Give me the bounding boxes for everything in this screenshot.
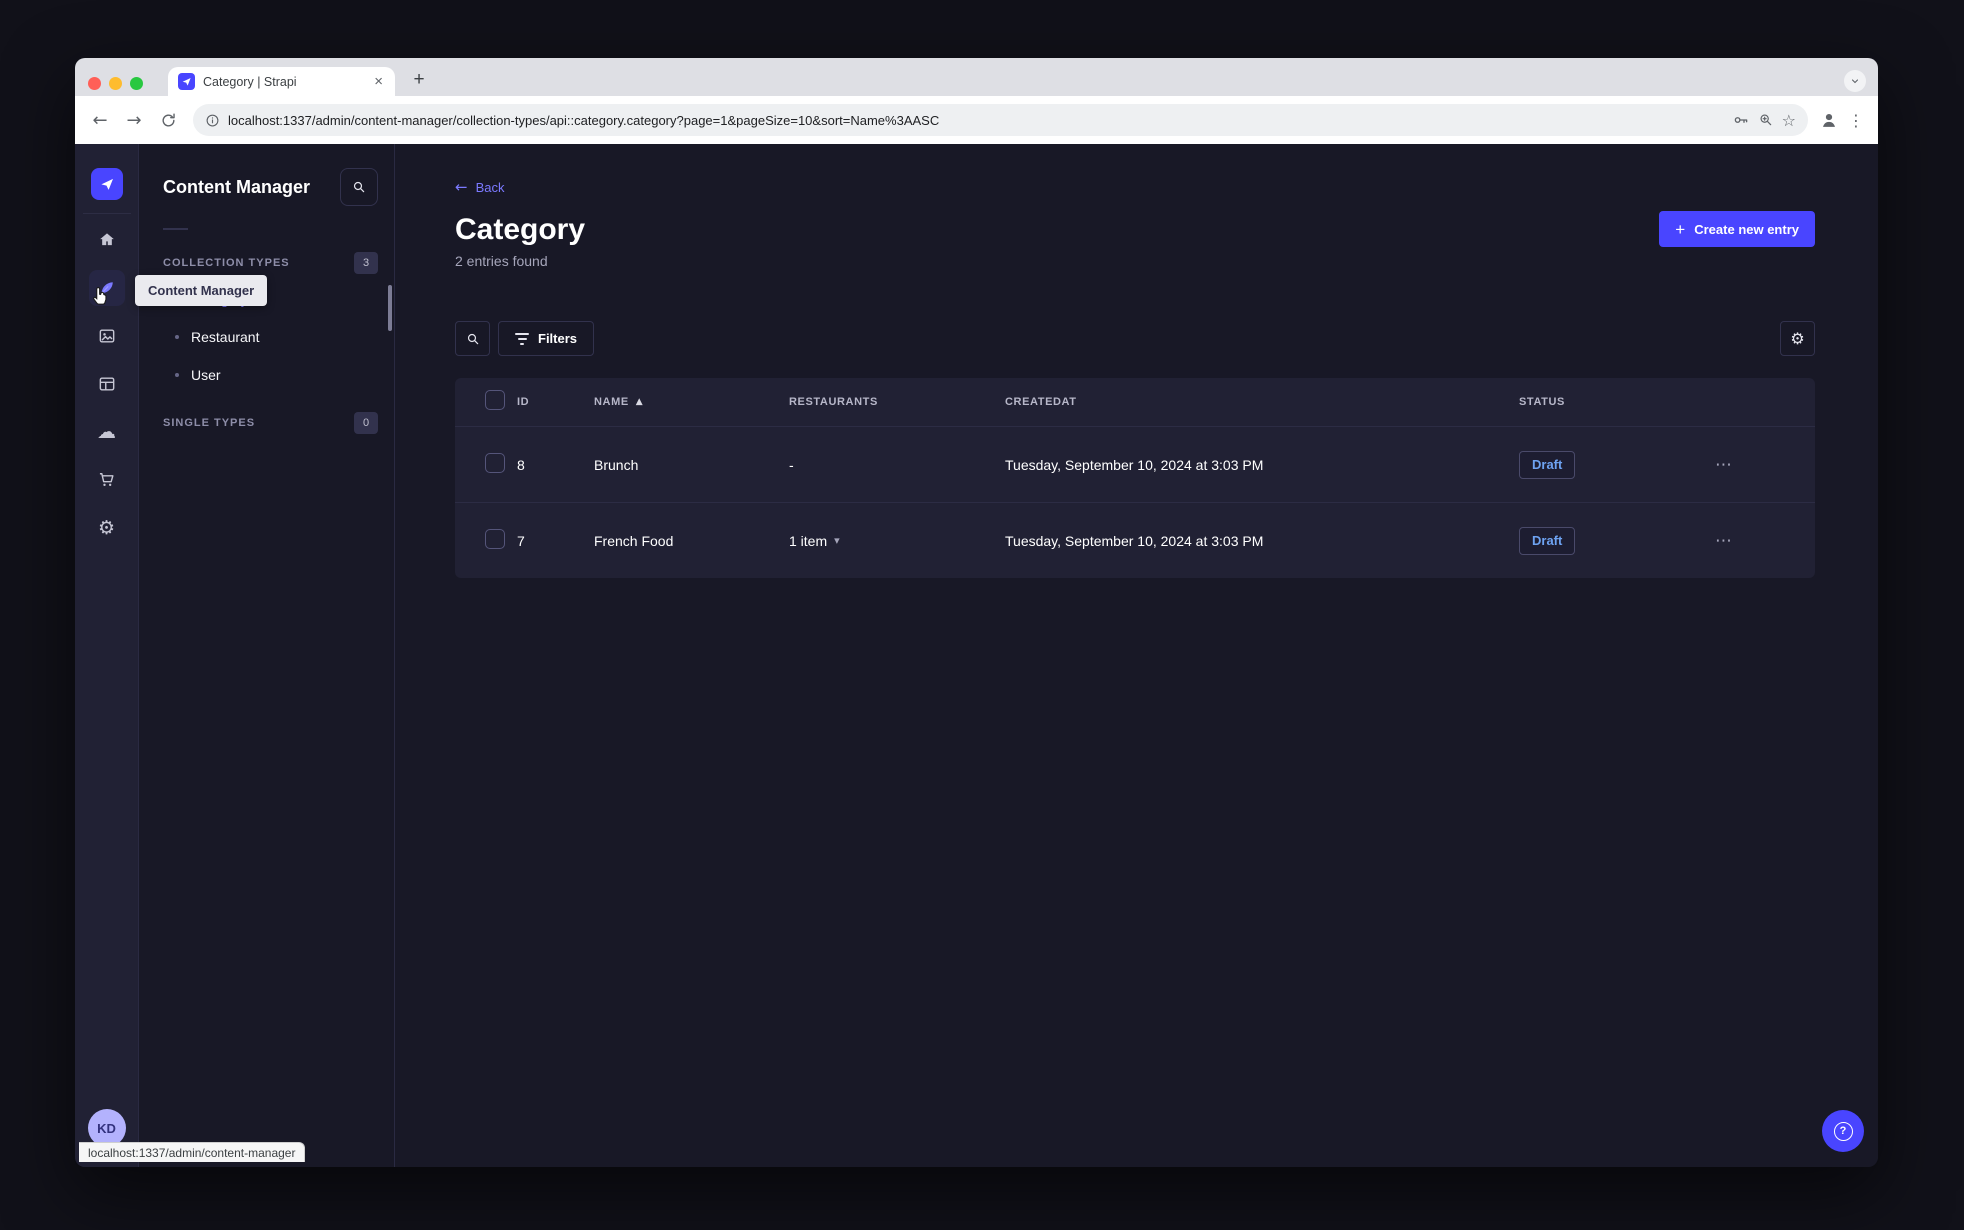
entries-table: ID NAME ▲ RESTAURANTS CREATEDAT STATUS 8… [455, 378, 1815, 578]
sidebar-item-user[interactable]: User [175, 356, 378, 394]
home-icon[interactable] [89, 222, 125, 258]
page-title: Category [455, 213, 586, 246]
forward-icon[interactable]: → [119, 105, 149, 135]
new-tab-button[interactable]: + [405, 66, 433, 94]
cell-id: 7 [517, 532, 525, 549]
url-text[interactable]: localhost:1337/admin/content-manager/col… [228, 113, 1724, 128]
subnav-title: Content Manager [163, 176, 311, 197]
help-button[interactable]: ? [1822, 1110, 1864, 1152]
url-bar[interactable]: localhost:1337/admin/content-manager/col… [193, 104, 1808, 136]
strapi-favicon [178, 73, 195, 90]
tab-close-icon[interactable]: × [372, 74, 385, 89]
table-settings-button[interactable]: ⚙ [1780, 321, 1815, 356]
cell-restaurants-value: 1 item [789, 532, 828, 549]
rail-divider [82, 213, 131, 214]
sidebar-item-label: User [191, 367, 221, 383]
cell-name: Brunch [594, 456, 639, 473]
bullet-icon [175, 373, 179, 377]
tab-title: Category | Strapi [203, 74, 297, 89]
minimize-window-button[interactable] [109, 77, 122, 90]
table-search-button[interactable] [455, 321, 490, 356]
browser-toolbar: ← → localhost:1337/admin/content-manager… [75, 96, 1878, 144]
page-info-icon[interactable] [205, 113, 220, 128]
profile-icon[interactable] [1818, 109, 1840, 131]
column-header-id[interactable]: ID [517, 396, 594, 408]
main-content: ← Back Category 2 entries found + Create… [395, 144, 1878, 1167]
filters-button[interactable]: Filters [498, 321, 595, 356]
sort-ascending-icon: ▲ [635, 397, 644, 407]
zoom-page-icon[interactable] [1758, 112, 1774, 128]
bullet-icon [175, 335, 179, 339]
entries-count: 2 entries found [455, 253, 548, 269]
table-row[interactable]: 7 French Food 1 item ▾ Tuesday, Septembe… [455, 502, 1815, 578]
media-library-icon[interactable] [89, 318, 125, 354]
cell-createdat: Tuesday, September 10, 2024 at 3:03 PM [1005, 456, 1264, 473]
row-checkbox[interactable] [485, 453, 505, 473]
question-icon: ? [1833, 1121, 1853, 1141]
row-checkbox[interactable] [485, 529, 505, 549]
single-types-count-badge: 0 [354, 412, 378, 434]
select-all-checkbox[interactable] [485, 389, 505, 410]
row-actions-icon[interactable]: ⋯ [1689, 531, 1732, 551]
column-header-restaurants[interactable]: RESTAURANTS [789, 396, 1005, 408]
fullscreen-window-button[interactable] [130, 77, 143, 90]
gear-icon: ⚙ [1790, 328, 1805, 348]
column-header-name[interactable]: NAME ▲ [594, 396, 643, 408]
plus-icon: + [1675, 219, 1686, 239]
status-bar-link-preview: localhost:1337/admin/content-manager [79, 1142, 306, 1162]
table-row[interactable]: 8 Brunch - Tuesday, September 10, 2024 a… [455, 426, 1815, 502]
back-link[interactable]: ← Back [455, 178, 504, 196]
close-window-button[interactable] [88, 77, 101, 90]
status-badge: Draft [1519, 450, 1576, 479]
settings-gear-icon[interactable]: ⚙ [89, 510, 125, 546]
tab-strip: Category | Strapi × + [75, 58, 1878, 96]
create-new-entry-button[interactable]: + Create new entry [1659, 211, 1815, 247]
filters-label: Filters [538, 331, 578, 346]
subnav-divider [163, 228, 188, 230]
table-header-row: ID NAME ▲ RESTAURANTS CREATEDAT STATUS [455, 378, 1815, 426]
bookmark-star-icon[interactable]: ☆ [1782, 111, 1796, 130]
back-icon[interactable]: ← [85, 105, 115, 135]
cell-createdat: Tuesday, September 10, 2024 at 3:03 PM [1005, 532, 1264, 549]
chevron-down-icon: ▾ [834, 534, 840, 547]
strapi-app: ☁ ⚙ KD Content Manager COLLECTION TYPES … [75, 144, 1878, 1167]
reload-icon[interactable] [153, 105, 183, 135]
browser-menu-icon[interactable]: ⋮ [1844, 111, 1868, 130]
collection-types-count-badge: 3 [354, 252, 378, 274]
section-label-single-types: SINGLE TYPES [163, 417, 256, 429]
sidebar-item-label: Restaurant [191, 329, 260, 345]
cell-restaurants: - [789, 456, 794, 473]
subnav-search-button[interactable] [340, 168, 378, 206]
create-button-label: Create new entry [1694, 221, 1799, 237]
cell-id: 8 [517, 456, 525, 473]
filter-icon [515, 332, 529, 345]
back-arrow-icon: ← [455, 178, 468, 196]
column-header-status[interactable]: STATUS [1519, 396, 1689, 408]
back-label: Back [475, 179, 505, 195]
sidebar-item-restaurant[interactable]: Restaurant [175, 318, 378, 356]
row-actions-icon[interactable]: ⋯ [1689, 455, 1732, 475]
marketplace-cart-icon[interactable] [89, 462, 125, 498]
status-badge: Draft [1519, 526, 1576, 555]
strapi-logo[interactable] [90, 168, 123, 200]
cell-name: French Food [594, 532, 674, 549]
mouse-cursor-hand [89, 284, 113, 313]
cell-restaurants-expand[interactable]: 1 item ▾ [789, 533, 840, 549]
browser-window: Category | Strapi × + ← → localhost:1337… [75, 58, 1878, 1167]
deploy-cloud-icon[interactable]: ☁ [89, 414, 125, 450]
column-header-name-label: NAME [594, 396, 629, 408]
column-header-createdat[interactable]: CREATEDAT [1005, 396, 1519, 408]
subnav-scrollbar-thumb[interactable] [388, 285, 392, 331]
nav-tooltip: Content Manager [135, 275, 268, 306]
tab-search-chevron-icon[interactable] [1844, 70, 1866, 92]
content-type-builder-icon[interactable] [89, 366, 125, 402]
browser-tab[interactable]: Category | Strapi × [168, 67, 395, 96]
password-key-icon[interactable] [1732, 111, 1750, 129]
section-label-collection-types: COLLECTION TYPES [163, 257, 290, 269]
